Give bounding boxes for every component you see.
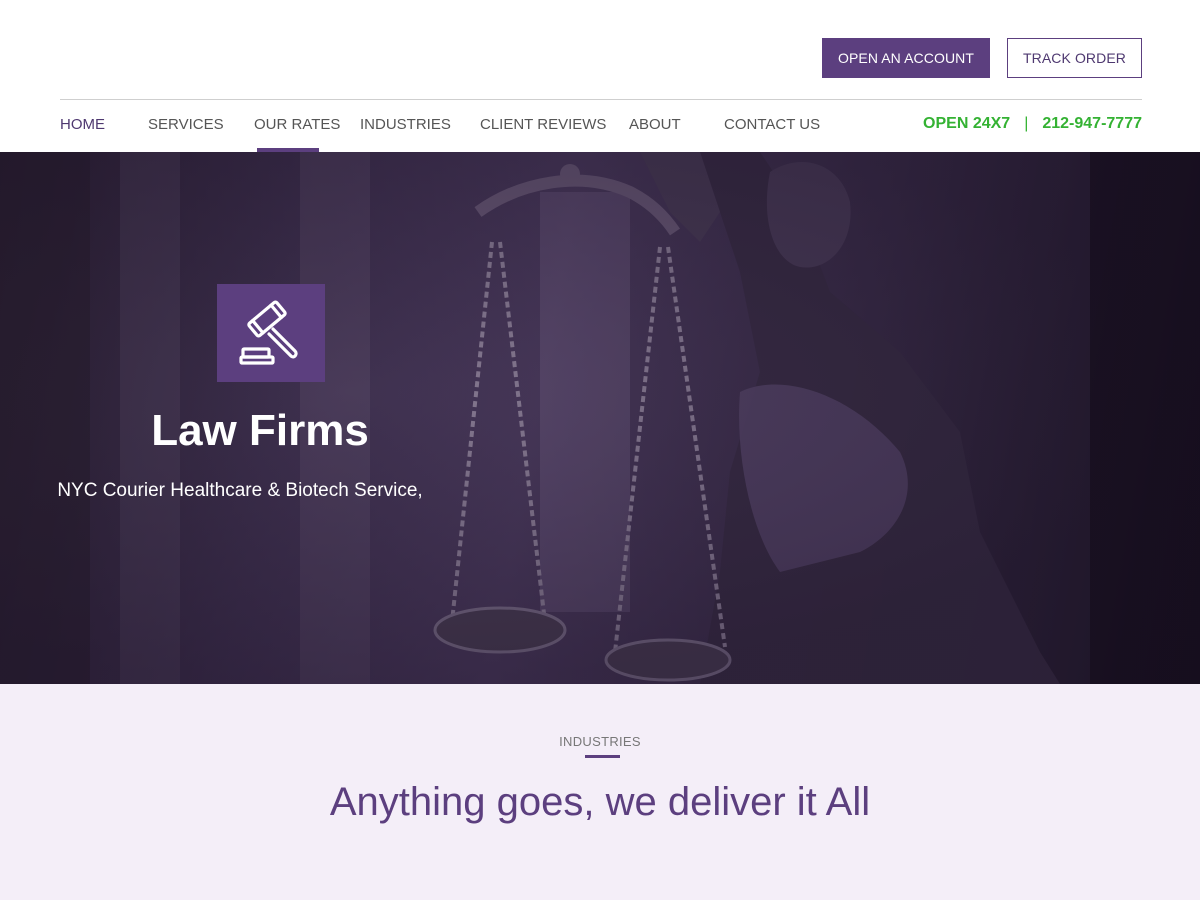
hero-title: Law Firms — [151, 406, 369, 455]
nav-home[interactable]: HOME — [60, 116, 105, 133]
section-eyebrow: INDUSTRIES — [559, 734, 641, 749]
contact-info: OPEN 24X7 | 212-947-7777 — [923, 115, 1142, 133]
phone-link[interactable]: 212-947-7777 — [1042, 115, 1142, 132]
hero-subtitle: NYC Courier Healthcare & Biotech Service… — [57, 480, 423, 501]
hours-text: OPEN 24X7 — [923, 115, 1011, 132]
open-account-button[interactable]: OPEN AN ACCOUNT — [822, 38, 990, 78]
nav-about[interactable]: ABOUT — [629, 116, 681, 133]
hero-banner: Law Firms NYC Courier Healthcare & Biote… — [0, 152, 1200, 684]
nav-our-rates[interactable]: OUR RATES — [254, 116, 340, 133]
nav-industries[interactable]: INDUSTRIES — [360, 116, 451, 133]
industries-section: INDUSTRIES Anything goes, we deliver it … — [0, 684, 1200, 900]
contact-separator: | — [1024, 115, 1029, 132]
nav-services[interactable]: SERVICES — [148, 116, 224, 133]
gavel-icon — [217, 284, 325, 382]
section-accent-bar — [585, 755, 620, 758]
top-bar: OPEN AN ACCOUNT TRACK ORDER — [0, 0, 1200, 100]
main-nav: HOME SERVICES OUR RATES INDUSTRIES CLIEN… — [0, 100, 1200, 152]
nav-contact-us[interactable]: CONTACT US — [724, 116, 820, 133]
track-order-button[interactable]: TRACK ORDER — [1007, 38, 1142, 78]
section-heading: Anything goes, we deliver it All — [329, 780, 871, 824]
nav-client-reviews[interactable]: CLIENT REVIEWS — [480, 116, 606, 133]
